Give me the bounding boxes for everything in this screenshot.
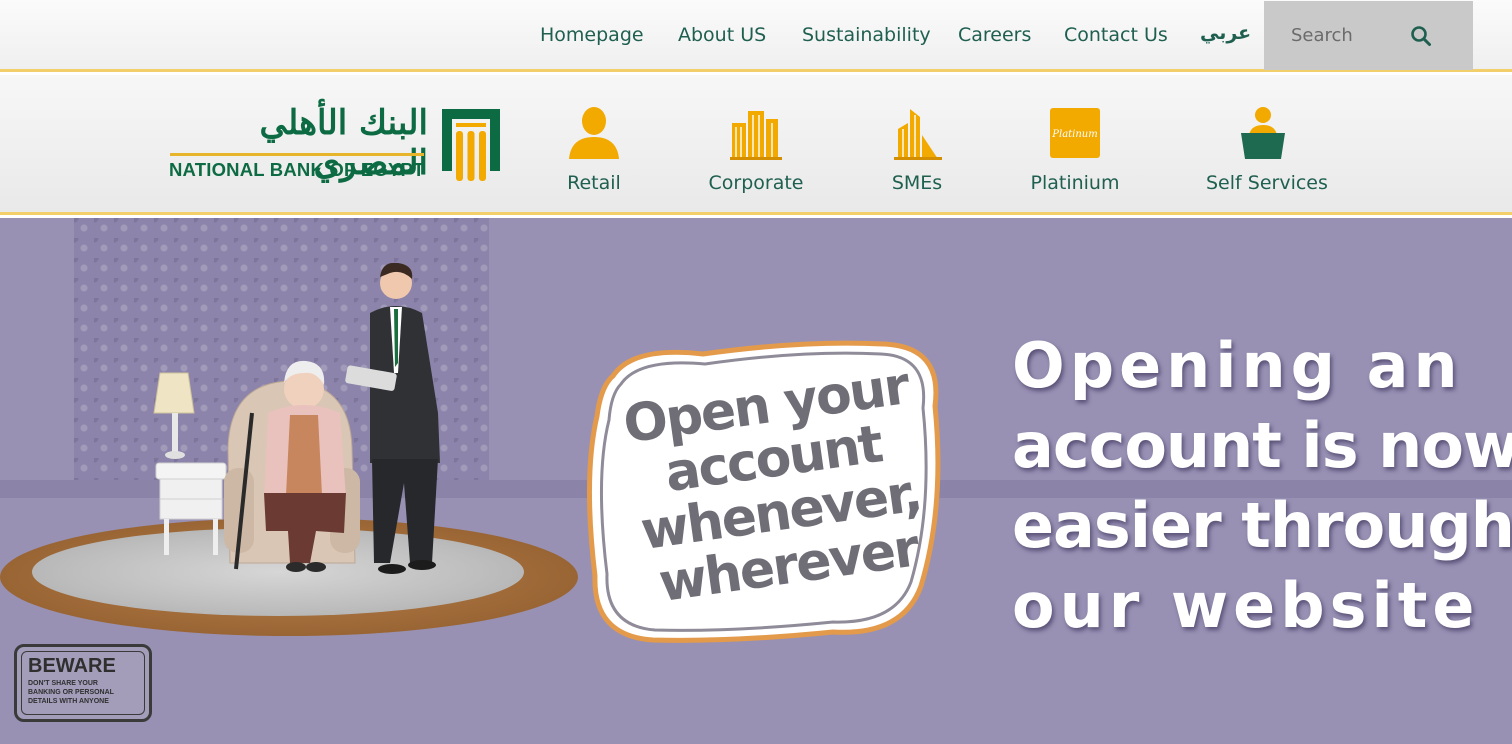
hero-banner[interactable]: Open your account whenever, wherever Ope… <box>0 218 1512 744</box>
beware-stamp: BEWARE DON'T SHARE YOUR BANKING OR PERSO… <box>14 644 152 722</box>
beware-line: BANKING OR PERSONAL <box>28 689 114 696</box>
hero-headline: Opening an account is now easier through… <box>1012 326 1512 646</box>
logo-underline <box>170 153 424 156</box>
nav-about-us-link[interactable]: About US <box>678 24 766 46</box>
person-laptop-icon <box>1241 107 1285 159</box>
hero-illustration <box>153 263 440 574</box>
category-retail-label: Retail <box>567 172 621 194</box>
nav-contact-us-link[interactable]: Contact Us <box>1064 24 1168 46</box>
category-platinium-label: Platinium <box>1030 172 1120 194</box>
category-smes-label: SMEs <box>891 172 943 194</box>
top-navigation-bar: Homepage About US Sustainability Careers… <box>0 0 1512 72</box>
search-input[interactable] <box>1291 25 1421 46</box>
category-corporate[interactable]: Corporate <box>708 105 804 194</box>
language-switch-link[interactable]: عربي <box>1200 22 1251 44</box>
search-icon[interactable] <box>1410 25 1432 47</box>
category-platinium[interactable]: Platinum Platinium <box>1030 105 1120 194</box>
bubble-text: Open your account whenever, wherever <box>599 356 956 616</box>
nav-careers-link[interactable]: Careers <box>958 24 1031 46</box>
small-building-icon <box>894 109 942 160</box>
category-corporate-label: Corporate <box>708 172 804 194</box>
beware-text: DON'T SHARE YOUR BANKING OR PERSONAL DET… <box>28 679 138 706</box>
platinum-card-icon: Platinum <box>1050 108 1100 158</box>
headline-line: account is now <box>1012 409 1512 482</box>
headline-line: Opening an <box>1012 329 1463 402</box>
headline-line: our website <box>1012 569 1480 642</box>
beware-title: BEWARE <box>28 655 116 677</box>
nav-homepage-link[interactable]: Homepage <box>540 24 644 46</box>
headline-line: easier through <box>1012 489 1512 562</box>
beware-line: DETAILS WITH ANYONE <box>28 698 109 705</box>
category-self-services-label: Self Services <box>1206 172 1328 194</box>
nav-sustainability-link[interactable]: Sustainability <box>802 24 931 46</box>
logo-english-name: NATIONAL BANK OF EGYPT <box>169 159 425 180</box>
beware-line: DON'T SHARE YOUR <box>28 680 98 687</box>
person-icon <box>569 107 619 159</box>
category-self-services[interactable]: Self Services <box>1206 105 1328 194</box>
main-header-bar: البنك الأهلي المصري NATIONAL BANK OF EGY… <box>0 75 1512 215</box>
beware-inner: BEWARE DON'T SHARE YOUR BANKING OR PERSO… <box>21 651 145 715</box>
buildings-icon <box>730 111 782 160</box>
nbe-logo[interactable]: البنك الأهلي المصري NATIONAL BANK OF EGY… <box>168 103 508 185</box>
category-smes[interactable]: SMEs <box>890 105 944 194</box>
search-box <box>1264 1 1473 70</box>
svg-text:Platinum: Platinum <box>1051 129 1097 140</box>
nbe-emblem-icon <box>442 109 500 181</box>
category-retail[interactable]: Retail <box>566 105 622 194</box>
